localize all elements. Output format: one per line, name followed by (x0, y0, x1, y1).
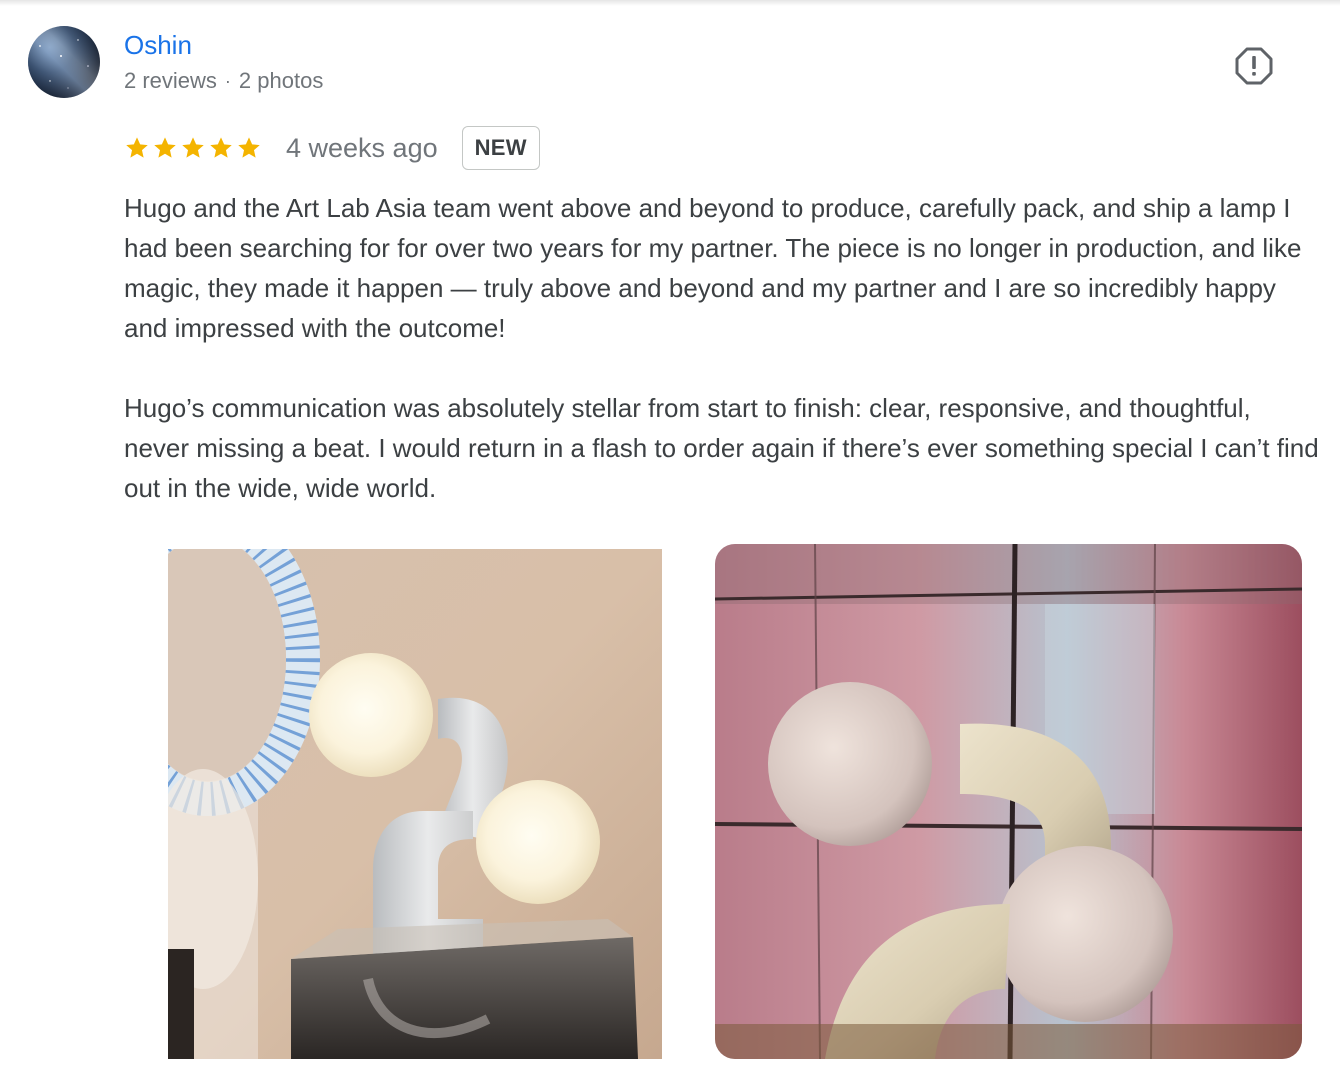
rating-row: 4 weeks ago NEW (124, 124, 540, 172)
star-icon (124, 135, 150, 161)
new-badge: NEW (461, 126, 540, 170)
report-icon (1235, 47, 1273, 85)
review-photo-2[interactable] (715, 544, 1302, 1059)
star-rating (124, 135, 262, 161)
top-divider-shadow (0, 0, 1340, 6)
star-icon (180, 135, 206, 161)
review-body: Hugo and the Art Lab Asia team went abov… (124, 188, 1319, 508)
lamp-photo-window (715, 544, 1302, 1059)
lamp-photo-staged (168, 549, 662, 1059)
star-icon (152, 135, 178, 161)
reviewer-meta: 2 reviews · 2 photos (124, 68, 323, 94)
reviewer-avatar[interactable] (28, 26, 100, 98)
star-icon (236, 135, 262, 161)
review-paragraph: Hugo’s communication was absolutely stel… (124, 393, 1319, 503)
photo-count: 2 photos (238, 68, 324, 93)
review-date: 4 weeks ago (286, 132, 438, 163)
report-review-button[interactable] (1234, 46, 1274, 86)
star-icon (208, 135, 234, 161)
avatar-galaxy-image (28, 26, 100, 98)
review-count: 2 reviews (124, 68, 217, 93)
reviewer-name-link[interactable]: Oshin (124, 30, 192, 61)
review-photo-1[interactable] (168, 549, 662, 1059)
review-paragraph: Hugo and the Art Lab Asia team went abov… (124, 193, 1302, 343)
meta-separator: · (224, 70, 231, 91)
